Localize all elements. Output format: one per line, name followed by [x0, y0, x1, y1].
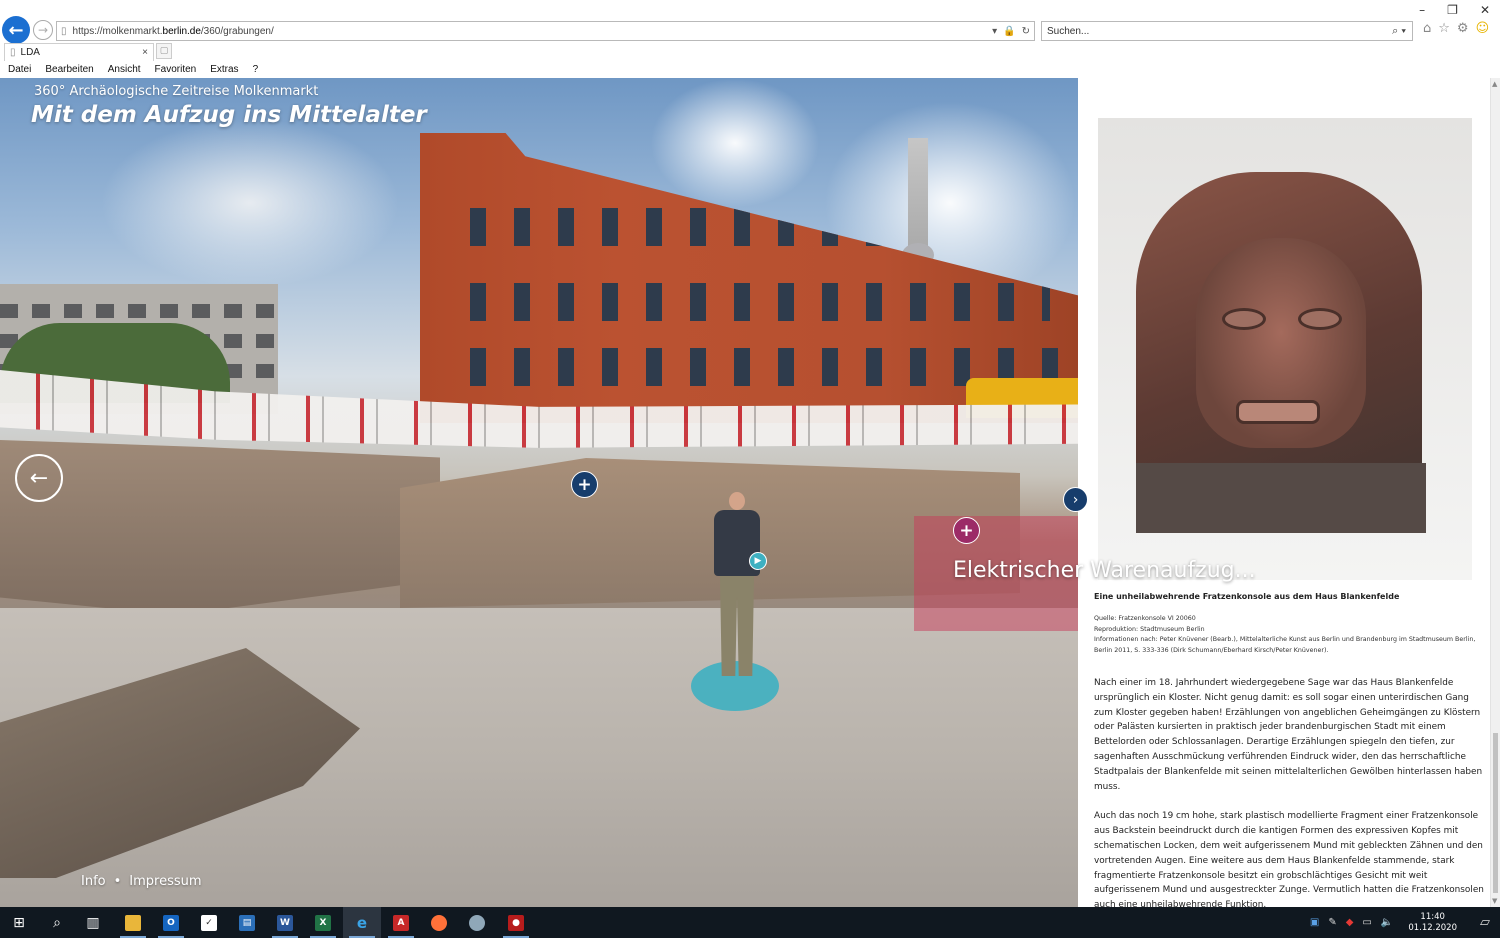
arrow-right-icon: → — [37, 23, 49, 37]
viewer-footer: Info • Impressum — [81, 874, 202, 889]
source-line: Informationen nach: Peter Knüvener (Bear… — [1094, 636, 1476, 644]
source-credits: Quelle: Fratzenkonsole VI 20060 Reproduk… — [1094, 614, 1484, 656]
back-button[interactable]: ← — [2, 16, 30, 44]
network-icon[interactable]: ▭ — [1362, 917, 1371, 928]
restore-button[interactable]: ❐ — [1447, 3, 1458, 17]
media-icon[interactable]: ● — [497, 907, 535, 938]
browser-tab[interactable]: ▯ LDA × — [4, 43, 154, 61]
paragraph: Auch das noch 19 cm hohe, stark plastisc… — [1094, 811, 1484, 907]
settings-gear-icon[interactable]: ⚙ — [1457, 21, 1469, 36]
source-line: Berlin 2011, S. 333-336 (Dirk Schumann/E… — [1094, 646, 1329, 654]
menu-favoriten[interactable]: Favoriten — [155, 62, 197, 78]
clock[interactable]: 11:40 01.12.2020 — [1408, 912, 1457, 934]
elevator-hotspot[interactable]: + — [953, 517, 980, 544]
internet-explorer-icon[interactable]: e — [343, 907, 381, 938]
tab-close-button[interactable]: × — [142, 47, 148, 58]
url-text[interactable]: https://molkenmarkt.berlin.de/360/grabun… — [73, 26, 993, 37]
scrollbar[interactable]: ▲ ▼ — [1490, 78, 1500, 907]
firefox-icon[interactable] — [420, 907, 458, 938]
smiley-feedback-icon[interactable]: ☺ — [1476, 21, 1490, 36]
new-tab-icon: ▢ — [159, 46, 169, 56]
excel-icon[interactable]: X — [304, 907, 342, 938]
browser-chrome: ← → ▯ https://molkenmarkt.berlin.de/360/… — [0, 0, 1500, 78]
menu-extras[interactable]: Extras — [210, 62, 238, 78]
document-icon[interactable]: ▤ — [228, 907, 266, 938]
pen-tray-icon[interactable]: ✎ — [1328, 917, 1336, 928]
viewer-subtitle: 360° Archäologische Zeitreise Molkenmark… — [34, 84, 319, 99]
chevron-right-icon: › — [1072, 491, 1079, 508]
info-panel: Eine unheilabwehrende Fratzenkonsole aus… — [1078, 78, 1500, 907]
clock-date: 01.12.2020 — [1408, 922, 1457, 933]
artifact-image — [1098, 118, 1472, 580]
system-tray: ▣ ✎ ◆ ▭ 🔈 11:40 01.12.2020 ▱ — [1310, 907, 1490, 938]
impressum-link[interactable]: Impressum — [129, 874, 201, 889]
minimize-button[interactable]: – — [1419, 3, 1425, 17]
lock-icon[interactable]: 🔒 — [1003, 26, 1015, 37]
tasks-icon[interactable]: ✓ — [190, 907, 228, 938]
favorites-star-icon[interactable]: ☆ — [1438, 21, 1450, 36]
info-hotspot[interactable]: + — [571, 471, 598, 498]
menu-bearbeiten[interactable]: Bearbeiten — [45, 62, 93, 78]
word-icon[interactable]: W — [266, 907, 304, 938]
footer-separator: • — [113, 874, 122, 889]
source-line: Quelle: Fratzenkonsole VI 20060 — [1094, 615, 1196, 622]
excavation-wall — [0, 440, 440, 615]
home-icon[interactable]: ⌂ — [1423, 21, 1431, 36]
paragraph: Nach einer im 18. Jahrhundert wiedergege… — [1094, 678, 1483, 792]
cloud — [650, 78, 820, 208]
search-icon[interactable]: ⌕ — [38, 907, 76, 938]
refresh-icon[interactable]: ↻ — [1022, 26, 1030, 37]
arrow-left-icon: ← — [8, 19, 24, 41]
cloud — [100, 118, 400, 288]
hotspot-label[interactable]: Elektrischer Warenaufzug... — [953, 558, 1256, 583]
clock-time: 11:40 — [1420, 911, 1445, 922]
viewer-title: Mit dem Aufzug ins Mittelalter — [31, 102, 427, 128]
address-bar[interactable]: ▯ https://molkenmarkt.berlin.de/360/grab… — [56, 21, 1035, 41]
page-icon: ▯ — [61, 25, 67, 37]
next-scene-button[interactable]: › — [1063, 487, 1088, 512]
outlook-icon[interactable]: O — [152, 907, 190, 938]
start-icon[interactable]: ⊞ — [0, 907, 38, 938]
search-icon[interactable]: ⌕ ▾ — [1392, 25, 1406, 38]
menu-datei[interactable]: Datei — [8, 62, 31, 78]
scroll-up-icon[interactable]: ▲ — [1492, 80, 1497, 88]
acrobat-icon[interactable]: A — [382, 907, 420, 938]
menu-bar: Datei Bearbeiten Ansicht Favoriten Extra… — [0, 62, 1500, 78]
info-link[interactable]: Info — [81, 874, 106, 889]
source-line: Reproduktion: Stadtmuseum Berlin — [1094, 625, 1205, 633]
taskbar: ⊞ ⌕ ▥ O ✓ ▤ W X e A ● ▣ ✎ ◆ ▭ 🔈 11:40 01… — [0, 907, 1500, 938]
app-icon[interactable] — [458, 907, 496, 938]
scroll-down-icon[interactable]: ▼ — [1492, 897, 1497, 905]
tv-tower — [908, 138, 928, 258]
volume-icon[interactable]: 🔈 — [1381, 917, 1393, 928]
outlook-tray-icon[interactable]: ▣ — [1310, 917, 1319, 928]
task-view-icon[interactable]: ▥ — [74, 907, 112, 938]
scrollbar-thumb[interactable] — [1493, 733, 1498, 893]
arrow-left-icon: ← — [29, 465, 49, 491]
forward-button[interactable]: → — [33, 20, 53, 40]
dropdown-icon[interactable]: ▾ — [992, 26, 997, 37]
search-box[interactable]: Suchen... ⌕ ▾ — [1041, 21, 1413, 41]
menu-ansicht[interactable]: Ansicht — [108, 62, 141, 78]
menu-help[interactable]: ? — [253, 62, 259, 78]
new-tab-button[interactable]: ▢ — [156, 43, 172, 59]
search-input[interactable]: Suchen... — [1047, 26, 1392, 37]
image-caption: Eine unheilabwehrende Fratzenkonsole aus… — [1094, 592, 1400, 601]
panorama-viewer[interactable]: ▶ 360° Archäologische Zeitreise Molkenma… — [0, 78, 1078, 907]
article-body: Nach einer im 18. Jahrhundert wiedergege… — [1094, 676, 1489, 907]
tab-title: LDA — [20, 47, 40, 58]
file-explorer-icon[interactable] — [114, 907, 152, 938]
plus-icon: + — [959, 520, 974, 541]
security-tray-icon[interactable]: ◆ — [1346, 917, 1354, 928]
tab-page-icon: ▯ — [10, 47, 16, 58]
play-icon[interactable]: ▶ — [749, 552, 767, 570]
close-window-button[interactable]: ✕ — [1480, 3, 1490, 17]
notification-icon[interactable]: ▱ — [1480, 915, 1490, 930]
previous-scene-button[interactable]: ← — [15, 454, 63, 502]
guide-person[interactable] — [706, 492, 766, 692]
plus-icon: + — [577, 474, 592, 495]
